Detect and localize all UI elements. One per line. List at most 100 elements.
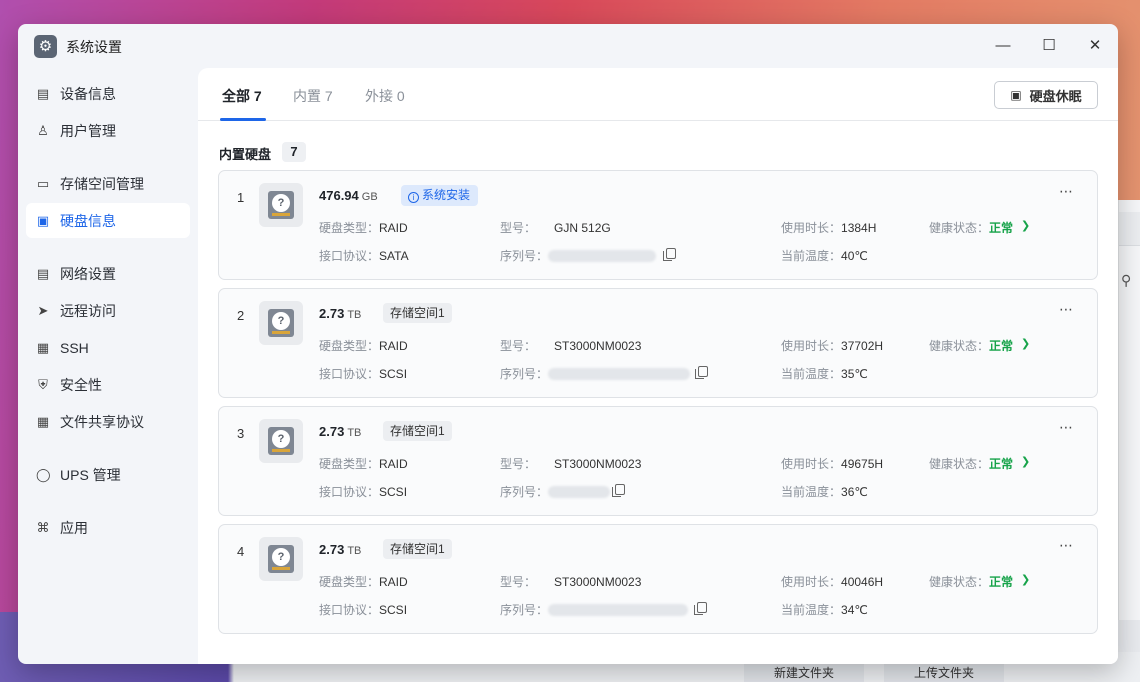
sidebar-item-storage[interactable]: ▭ 存储空间管理 [26,166,190,201]
more-options-icon[interactable]: ⋯ [1059,183,1073,200]
disk-interface: 接口协议：SCSI [319,485,408,499]
storage-pool-badge: 存储空间1 [383,539,452,559]
title-bar: ⚙ 系统设置 — ☐ ✕ [18,24,1118,68]
disk-model: 型号： ST3000NM0023 [500,575,642,589]
file-icon: ▦ [36,413,50,429]
sidebar-item-users[interactable]: ♙ 用户管理 [26,113,190,148]
copy-icon[interactable] [612,484,625,497]
serial-redacted [548,604,689,616]
more-options-icon[interactable]: ⋯ [1059,419,1073,436]
serial-redacted [548,250,657,262]
upload-folder-button[interactable]: 上传文件夹 [884,662,1004,682]
disk-health[interactable]: 健康状态：正常 [929,455,1013,472]
sidebar-item-label: 应用 [60,519,88,536]
sidebar-item-label: 存储空间管理 [60,175,144,192]
disk-capacity: 2.73 TB [319,542,362,557]
disk-temperature: 当前温度：40℃ [781,249,868,263]
settings-window: ⚙ 系统设置 — ☐ ✕ ▤ 设备信息 ♙ 用户管理 ▭ 存储空间管理 ▣ 硬盘信息 ▤… [18,24,1118,664]
chevron-right-icon[interactable]: ❯ [1021,219,1030,232]
disk-capacity: 476.94 GB [319,188,378,203]
disk-type: 硬盘类型：RAID [319,339,408,353]
tab-active-indicator [220,118,266,121]
copy-icon[interactable] [663,248,676,261]
disk-card[interactable]: 1 ? 476.94 GB i 系统安装 ⋯ 硬盘类型：RAID 型号： GJN 51… [218,170,1098,280]
sidebar-item-label: UPS 管理 [60,466,121,483]
info-icon: i [408,192,419,203]
gear-icon: ⚙ [34,35,57,58]
disk-capacity: 2.73 TB [319,306,362,321]
disk-index: 4 [237,544,245,559]
disk-sleep-button[interactable]: ▣ 硬盘休眠 [994,81,1098,109]
serial-redacted [548,368,691,380]
background-panel: ⚲ [1118,200,1140,620]
disk-type: 硬盘类型：RAID [319,457,408,471]
sidebar-item-security[interactable]: ⛨ 安全性 [26,367,190,402]
disk-model: 型号： ST3000NM0023 [500,457,642,471]
send-icon: ➤ [37,302,49,318]
search-icon[interactable]: ⚲ [1121,272,1140,294]
disk-interface: 接口协议：SATA [319,249,409,263]
disk-interface: 接口协议：SCSI [319,603,408,617]
disk-icon: ▣ [36,212,50,228]
minimize-button[interactable]: — [993,36,1013,56]
disk-health[interactable]: 健康状态：正常 [929,337,1013,354]
storage-pool-badge: 存储空间1 [383,303,452,323]
sidebar-item-network[interactable]: ▤ 网络设置 [26,256,190,291]
disk-type: 硬盘类型：RAID [319,221,408,235]
disk-serial: 序列号： [500,247,657,264]
more-options-icon[interactable]: ⋯ [1059,537,1073,554]
sidebar-item-label: 安全性 [60,376,102,393]
disk-sleep-label: 硬盘休眠 [1029,88,1082,104]
disk-card[interactable]: 3 ? 2.73 TB 存储空间1 ⋯ 硬盘类型：RAID 型号： ST3000NM… [218,406,1098,516]
disk-index: 3 [237,426,245,441]
storage-pool-badge: 存储空间1 [383,421,452,441]
disk-card[interactable]: 4 ? 2.73 TB 存储空间1 ⋯ 硬盘类型：RAID 型号： ST3000NM… [218,524,1098,634]
copy-icon[interactable] [695,366,708,379]
disk-icon: ▣ [1010,88,1022,102]
disk-hours: 使用时长：1384H [781,221,877,235]
more-options-icon[interactable]: ⋯ [1059,301,1073,318]
tab-all[interactable]: 全部 7 [222,86,262,106]
disk-temperature: 当前温度：36℃ [781,485,868,499]
sidebar-item-label: 设备信息 [60,85,116,102]
terminal-icon: ▦ [36,339,50,355]
copy-icon[interactable] [694,602,707,615]
disk-health[interactable]: 健康状态：正常 [929,573,1013,590]
network-icon: ▤ [36,265,50,281]
maximize-button[interactable]: ☐ [1039,36,1059,56]
sidebar-item-label: SSH [60,339,89,356]
sidebar-item-file-sharing[interactable]: ▦ 文件共享协议 [26,404,190,439]
user-icon: ♙ [37,122,49,138]
hard-disk-icon: ? [259,419,303,463]
disk-hours: 使用时长：40046H [781,575,884,589]
shield-check-icon: ⛨ [38,376,48,392]
sidebar-item-remote[interactable]: ➤ 远程访问 [26,293,190,328]
shield-icon: ◯ [36,466,51,482]
chevron-right-icon[interactable]: ❯ [1021,337,1030,350]
section-title: 内置硬盘 [219,147,272,162]
disk-index: 2 [237,308,245,323]
sidebar-item-ups[interactable]: ◯ UPS 管理 [26,457,190,492]
chevron-right-icon[interactable]: ❯ [1021,455,1030,468]
chevron-right-icon[interactable]: ❯ [1021,573,1030,586]
disk-card[interactable]: 2 ? 2.73 TB 存储空间1 ⋯ 硬盘类型：RAID 型号： ST3000NM… [218,288,1098,398]
sidebar-item-label: 硬盘信息 [60,212,116,229]
tab-internal[interactable]: 内置 7 [293,86,333,106]
tab-external[interactable]: 外接 0 [365,86,405,106]
sidebar-item-label: 网络设置 [60,265,116,282]
disk-health[interactable]: 健康状态：正常 [929,219,1013,236]
sidebar-item-ssh[interactable]: ▦ SSH [26,330,190,365]
hard-disk-icon: ? [259,301,303,345]
serial-redacted [548,486,611,498]
main-panel: 全部 7 内置 7 外接 0 ▣ 硬盘休眠 内置硬盘 7 1 ? 476.94 G… [198,68,1118,664]
disk-serial: 序列号： [500,483,611,500]
close-button[interactable]: ✕ [1085,36,1105,56]
hard-disk-icon: ? [259,183,303,227]
sidebar-item-device-info[interactable]: ▤ 设备信息 [26,76,190,111]
sidebar-item-apps[interactable]: ⌘ 应用 [26,510,190,545]
new-folder-button[interactable]: 新建文件夹 [744,662,864,682]
sidebar: ▤ 设备信息 ♙ 用户管理 ▭ 存储空间管理 ▣ 硬盘信息 ▤ 网络设置 ➤ 远程访问 ▦ S… [18,68,198,664]
sidebar-item-disk-info[interactable]: ▣ 硬盘信息 [26,203,190,238]
sidebar-item-label: 文件共享协议 [60,413,144,430]
tab-bar: 全部 7 内置 7 外接 0 ▣ 硬盘休眠 [198,68,1118,121]
